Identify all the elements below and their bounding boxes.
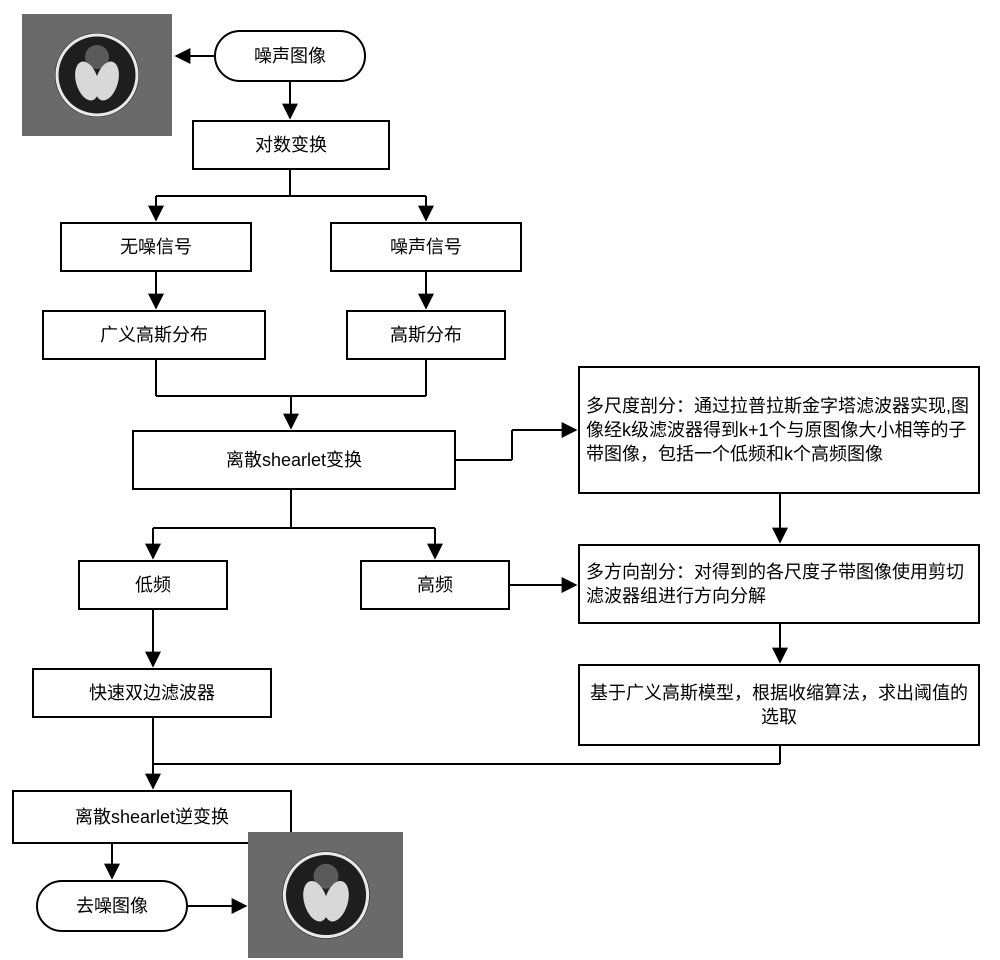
label-inverse-dst: 离散shearlet逆变换 — [75, 805, 229, 829]
noisy-phantom-image — [22, 14, 172, 136]
label-denoised-image: 去噪图像 — [76, 894, 148, 918]
label-threshold: 基于广义高斯模型，根据收缩算法，求出阈值的选取 — [586, 681, 972, 730]
node-multiscale: 多尺度剖分：通过拉普拉斯金字塔滤波器实现,图像经k级滤波器得到k+1个与原图像大… — [578, 366, 980, 494]
node-log-transform: 对数变换 — [192, 120, 390, 170]
node-dst: 离散shearlet变换 — [132, 430, 456, 490]
node-denoised-image: 去噪图像 — [36, 880, 188, 932]
label-low-freq: 低频 — [135, 573, 171, 597]
label-dst: 离散shearlet变换 — [226, 448, 362, 472]
node-low-freq: 低频 — [78, 560, 228, 610]
label-high-freq: 高频 — [417, 573, 453, 597]
node-ggd: 广义高斯分布 — [42, 310, 266, 360]
label-log-transform: 对数变换 — [255, 133, 327, 157]
node-bilateral: 快速双边滤波器 — [32, 668, 272, 718]
node-multidir: 多方向剖分：对得到的各尺度子带图像使用剪切滤波器组进行方向分解 — [578, 544, 980, 624]
label-bilateral: 快速双边滤波器 — [89, 681, 215, 705]
label-multiscale: 多尺度剖分：通过拉普拉斯金字塔滤波器实现,图像经k级滤波器得到k+1个与原图像大… — [586, 394, 972, 467]
label-clean-signal: 无噪信号 — [120, 235, 192, 259]
node-noise-signal: 噪声信号 — [330, 222, 522, 272]
label-multidir: 多方向剖分：对得到的各尺度子带图像使用剪切滤波器组进行方向分解 — [586, 560, 972, 609]
node-threshold: 基于广义高斯模型，根据收缩算法，求出阈值的选取 — [578, 664, 980, 746]
label-noisy-image: 噪声图像 — [254, 44, 326, 68]
node-high-freq: 高频 — [360, 560, 510, 610]
label-gaussian: 高斯分布 — [390, 323, 462, 347]
node-clean-signal: 无噪信号 — [60, 222, 252, 272]
node-gaussian: 高斯分布 — [346, 310, 506, 360]
label-noise-signal: 噪声信号 — [390, 235, 462, 259]
denoised-phantom-image — [248, 832, 403, 958]
node-noisy-image: 噪声图像 — [214, 30, 366, 82]
flowchart-canvas: 噪声图像 对数变换 无噪信号 噪声信号 广义高斯分布 高斯分布 离散shearl… — [0, 0, 1000, 960]
label-ggd: 广义高斯分布 — [100, 323, 208, 347]
